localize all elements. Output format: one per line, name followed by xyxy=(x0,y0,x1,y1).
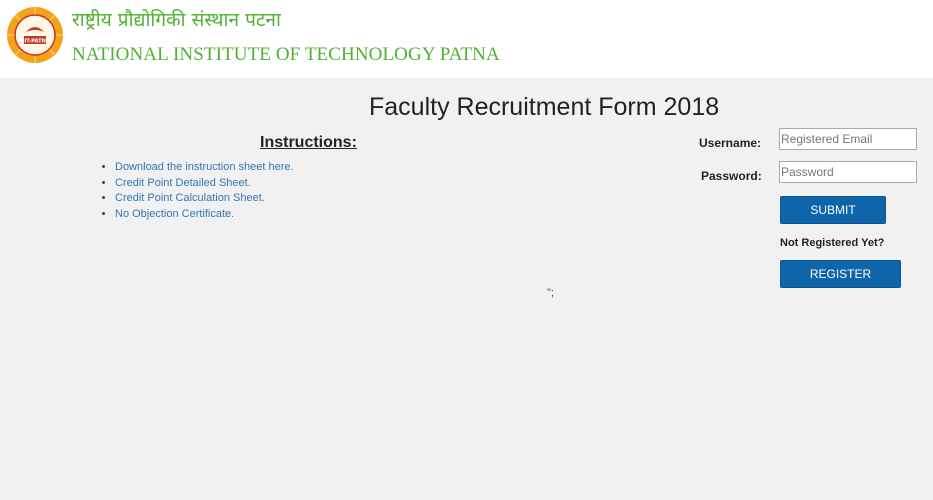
register-button[interactable]: REGISTER xyxy=(780,260,901,288)
instruction-sheet-link[interactable]: Download the instruction sheet here. xyxy=(115,161,294,173)
instructions-list: Download the instruction sheet here. Cre… xyxy=(100,160,294,222)
username-input[interactable] xyxy=(779,128,917,150)
credit-point-detailed-sheet-link[interactable]: Credit Point Detailed Sheet. xyxy=(115,177,251,189)
no-objection-certificate-link[interactable]: No Objection Certificate. xyxy=(115,208,234,220)
password-label: Password: xyxy=(701,169,762,183)
stray-text: "; xyxy=(547,287,554,299)
instructions-heading: Instructions: xyxy=(260,134,357,151)
institute-name-hindi: राष्ट्रीय प्रौद्योगिकी संस्थान पटना xyxy=(72,9,281,31)
list-item: No Objection Certificate. xyxy=(115,207,294,223)
nit-patna-logo-icon: NIT-PATNA xyxy=(7,7,63,63)
username-label: Username: xyxy=(699,136,762,150)
credit-point-calculation-sheet-link[interactable]: Credit Point Calculation Sheet. xyxy=(115,192,265,204)
not-registered-text: Not Registered Yet? xyxy=(780,237,885,249)
submit-button[interactable]: SUBMIT xyxy=(780,196,886,224)
page-title: Faculty Recruitment Form 2018 xyxy=(369,93,720,121)
institute-name-english: NATIONAL INSTITUTE OF TECHNOLOGY PATNA xyxy=(72,44,500,65)
list-item: Download the instruction sheet here. xyxy=(115,160,294,176)
list-item: Credit Point Detailed Sheet. xyxy=(115,176,294,192)
site-header: NIT-PATNA राष्ट्रीय प्रौद्योगिकी संस्थान… xyxy=(0,0,933,78)
list-item: Credit Point Calculation Sheet. xyxy=(115,191,294,207)
logo-text: NIT-PATNA xyxy=(20,39,50,45)
password-input[interactable] xyxy=(779,161,917,183)
